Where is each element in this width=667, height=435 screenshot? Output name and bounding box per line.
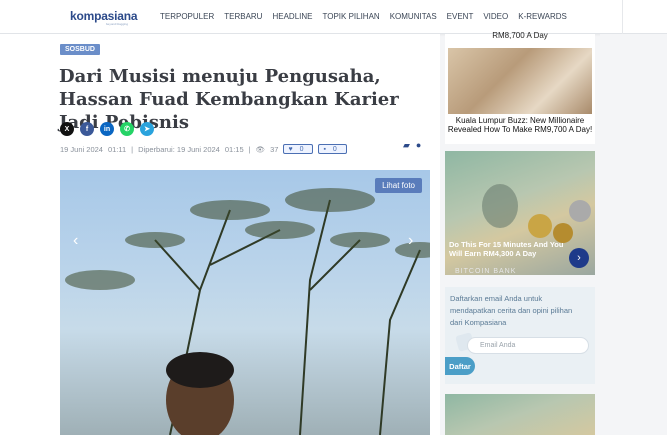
facebook-icon[interactable]: f bbox=[80, 122, 94, 136]
like-button[interactable]: ♥ 0 bbox=[283, 144, 314, 154]
logo-tagline: beyond blogging bbox=[106, 22, 129, 26]
chevron-right-icon[interactable]: › bbox=[569, 248, 589, 268]
nav-item-topik-pilihan[interactable]: TOPIK PILIHAN bbox=[322, 12, 379, 21]
nav-item-event[interactable]: EVENT bbox=[447, 12, 474, 21]
nav-item-k-rewards[interactable]: K-REWARDS bbox=[518, 12, 567, 21]
nav-item-headline[interactable]: HEADLINE bbox=[272, 12, 312, 21]
telegram-icon[interactable]: ➤ bbox=[140, 122, 154, 136]
newsletter-text: Daftarkan email Anda untuk mendapatkan c… bbox=[450, 294, 573, 327]
chevron-left-icon[interactable]: ‹ bbox=[73, 232, 78, 250]
right-margin bbox=[600, 34, 667, 435]
ad-footer: BITCOIN BANK bbox=[455, 268, 517, 275]
top-navigation: kompasiana beyond blogging TERPOPULER TE… bbox=[0, 0, 667, 34]
publish-date: 19 Juni 2024 bbox=[60, 144, 103, 154]
ad-kuala-lumpur[interactable]: RM8,700 A Day Kuala Lumpur Buzz: New Mil… bbox=[445, 31, 595, 144]
nav-menu: TERPOPULER TERBARU HEADLINE TOPIK PILIHA… bbox=[160, 12, 577, 21]
article-meta: 19 Juni 2024 01:11 | Diperbarui: 19 Juni… bbox=[60, 144, 352, 154]
share-bar: X f in ✆ ➤ bbox=[60, 122, 154, 136]
views-icon: 👁 bbox=[255, 144, 266, 154]
comment-count: 0 bbox=[332, 145, 337, 153]
ad-bitcoin[interactable]: Do This For 15 Minutes And You Will Earn… bbox=[445, 151, 595, 275]
x-icon[interactable]: X bbox=[60, 122, 74, 136]
subscribe-button[interactable]: Daftar bbox=[445, 357, 475, 375]
publish-time: 01:11 bbox=[107, 144, 127, 154]
like-count: 0 bbox=[299, 145, 304, 153]
article-actions: ▰ ● bbox=[403, 140, 421, 151]
article-main: SOSBUD Dari Musisi menuju Pengusaha, Has… bbox=[0, 34, 440, 435]
updated-date: Diperbarui: 19 Juni 2024 bbox=[138, 144, 220, 154]
nav-item-komunitas[interactable]: KOMUNITAS bbox=[390, 12, 437, 21]
nav-divider bbox=[622, 0, 623, 34]
updated-time: 01:15 bbox=[224, 144, 244, 154]
nav-item-terpopuler[interactable]: TERPOPULER bbox=[160, 12, 214, 21]
ad-banner-bottom[interactable] bbox=[445, 394, 595, 435]
report-icon[interactable]: ● bbox=[416, 140, 421, 151]
kompasiana-logo[interactable]: kompasiana bbox=[70, 9, 138, 23]
ad-caption: Do This For 15 Minutes And You Will Earn… bbox=[449, 240, 564, 258]
photo-scene bbox=[65, 188, 430, 435]
view-count: 37 bbox=[270, 144, 279, 154]
ad-top-text: RM8,700 A Day bbox=[492, 31, 548, 40]
chevron-right-icon[interactable]: › bbox=[408, 232, 413, 250]
ad-caption: Kuala Lumpur Buzz: New Millionaire Revea… bbox=[447, 116, 593, 134]
linkedin-icon[interactable]: in bbox=[100, 122, 114, 136]
meta-separator: | bbox=[248, 144, 251, 154]
comment-button[interactable]: ▪ 0 bbox=[318, 144, 347, 154]
email-input[interactable]: Email Anda bbox=[467, 337, 589, 354]
view-photo-button[interactable]: Lihat foto bbox=[375, 178, 422, 193]
whatsapp-icon[interactable]: ✆ bbox=[120, 122, 134, 136]
nav-item-video[interactable]: VIDEO bbox=[483, 12, 508, 21]
category-badge[interactable]: SOSBUD bbox=[60, 44, 100, 55]
nav-item-terbaru[interactable]: TERBARU bbox=[224, 12, 262, 21]
comment-icon: ▪ bbox=[323, 145, 326, 153]
ad-image bbox=[448, 48, 592, 114]
bookmark-icon[interactable]: ▰ bbox=[403, 140, 410, 151]
newsletter-box: Daftarkan email Anda untuk mendapatkan c… bbox=[445, 287, 595, 384]
heart-icon: ♥ bbox=[288, 145, 293, 153]
article-photo[interactable]: Lihat foto bbox=[60, 170, 430, 435]
meta-separator: | bbox=[131, 144, 134, 154]
